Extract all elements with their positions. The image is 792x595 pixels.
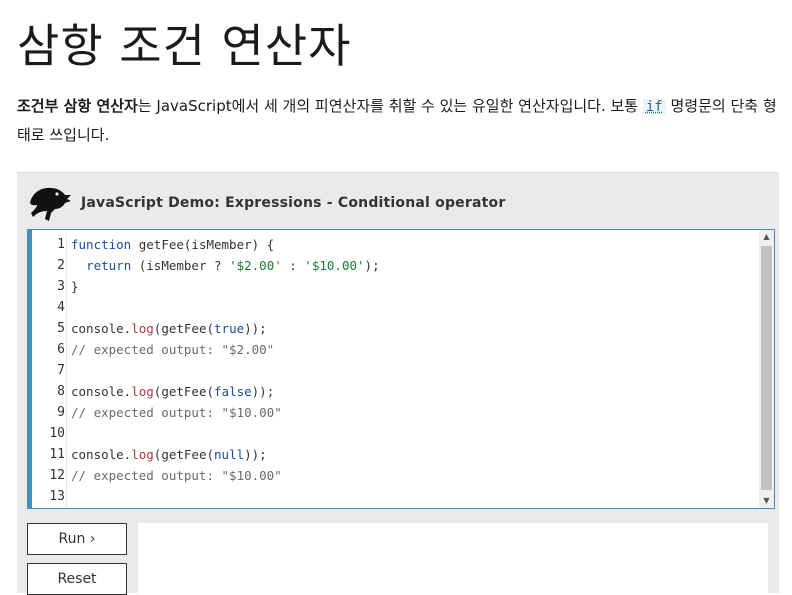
code-line[interactable]: function getFee(isMember) { — [71, 234, 758, 255]
reset-button[interactable]: Reset — [27, 563, 127, 595]
line-number: 13 — [49, 489, 65, 504]
code-line[interactable]: // expected output: "$2.00" — [71, 339, 758, 360]
dinosaur-logo-icon — [30, 187, 71, 221]
code-line[interactable]: } — [71, 276, 758, 297]
line-number: 9 — [57, 405, 65, 420]
code-line[interactable]: ​ — [71, 423, 758, 444]
editor-scrollbar[interactable]: ▲ ▼ — [759, 230, 774, 508]
line-number: 3 — [57, 279, 65, 294]
scroll-down-arrow-icon[interactable]: ▼ — [759, 494, 774, 508]
demo-title: JavaScript Demo: Expressions - Condition… — [81, 195, 506, 211]
intro-paragraph: 조건부 삼항 연산자는 JavaScript에서 세 개의 피연산자를 취할 수… — [17, 92, 777, 149]
demo-header: JavaScript Demo: Expressions - Condition… — [27, 183, 767, 223]
line-number: 8 — [57, 384, 65, 399]
code-line[interactable]: console.log(getFee(null)); — [71, 444, 758, 465]
line-number: 1 — [57, 237, 65, 252]
scroll-up-arrow-icon[interactable]: ▲ — [759, 230, 774, 244]
code-line[interactable]: console.log(getFee(false)); — [71, 381, 758, 402]
code-line[interactable]: ​ — [71, 360, 758, 381]
console-output — [138, 523, 768, 593]
page-title: 삼항 조건 연산자 — [17, 19, 352, 73]
line-number: 5 — [57, 321, 65, 336]
scrollbar-thumb[interactable] — [761, 246, 772, 490]
line-number: 11 — [49, 447, 65, 462]
line-number: 2 — [57, 258, 65, 273]
if-code-link[interactable]: if — [642, 99, 666, 115]
code-editor[interactable]: 1 2 3 4 5 6 7 8 9 10 11 12 13 function g… — [27, 229, 775, 509]
code-line[interactable]: ​ — [71, 486, 758, 507]
line-number: 12 — [49, 468, 65, 483]
line-number: 7 — [57, 363, 65, 378]
code-text-area[interactable]: function getFee(isMember) { return (isMe… — [66, 234, 758, 507]
code-line[interactable]: return (isMember ? '$2.00' : '$10.00'); — [71, 255, 758, 276]
line-number-gutter: 1 2 3 4 5 6 7 8 9 10 11 12 13 — [32, 234, 65, 507]
code-line[interactable]: // expected output: "$10.00" — [71, 402, 758, 423]
interactive-example: JavaScript Demo: Expressions - Condition… — [17, 172, 779, 595]
code-line[interactable]: // expected output: "$10.00" — [71, 465, 758, 486]
intro-text-1: 는 JavaScript에서 세 개의 피연산자를 취할 수 있는 유일한 연산… — [137, 97, 643, 115]
line-number: 4 — [57, 300, 65, 315]
line-number: 6 — [57, 342, 65, 357]
code-line[interactable]: console.log(getFee(true)); — [71, 318, 758, 339]
code-line[interactable]: ​ — [71, 297, 758, 318]
line-number: 10 — [49, 426, 65, 441]
run-button[interactable]: Run › — [27, 523, 127, 555]
intro-bold-term: 조건부 삼항 연산자 — [17, 97, 138, 115]
